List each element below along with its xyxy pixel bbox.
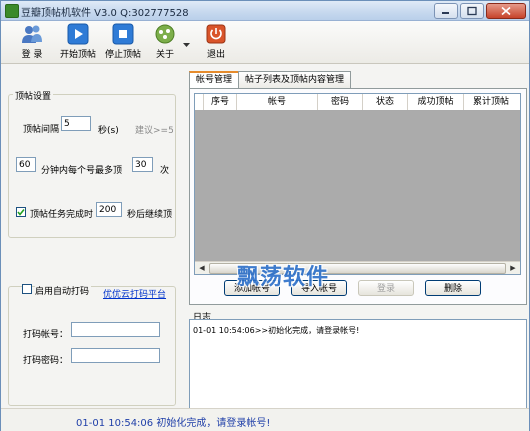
minimize-button[interactable] (434, 3, 458, 19)
start-toolbar-button[interactable]: 开始顶帖 (57, 23, 99, 61)
resume-checkbox[interactable] (16, 207, 26, 217)
app-icon (5, 4, 19, 18)
column-header-total[interactable]: 累计顶帖 (464, 94, 518, 110)
about-toolbar-label: 关于 (155, 50, 174, 60)
column-header-account[interactable]: 帐号 (237, 94, 318, 110)
resume-suffix: 秒后继续顶 (127, 210, 173, 220)
maximize-button[interactable] (460, 3, 484, 19)
users-icon (21, 23, 43, 45)
tab-strip: 帐号管理 帖子列表及顶帖内容管理 (189, 71, 352, 90)
captcha-password-label: 打码密码： (23, 356, 69, 366)
captcha-password-input[interactable] (71, 348, 160, 363)
column-header-index[interactable]: 序号 (204, 94, 237, 110)
column-header-status[interactable]: 状态 (363, 94, 408, 110)
about-toolbar-button[interactable]: 关于 (151, 23, 179, 61)
status-bar: 01-01 10:54:06 初始化完成，请登录帐号! (1, 408, 529, 431)
title-bar: 豆瓣顶帖机软件 V3.0 Q:302777528 (1, 1, 529, 21)
tab-post-management[interactable]: 帖子列表及顶帖内容管理 (238, 71, 352, 88)
status-text: 01-01 10:54:06 初始化完成，请登录帐号! (76, 418, 271, 429)
main-window: 豆瓣顶帖机软件 V3.0 Q:302777528 登 录 开始顶帖 停止顶帖 关… (0, 0, 530, 431)
minutes-input[interactable]: 60 (16, 157, 36, 172)
stop-toolbar-label: 停止顶帖 (104, 50, 141, 60)
window-controls (434, 3, 526, 19)
close-icon (501, 6, 511, 16)
checkmark-icon (17, 209, 25, 216)
captcha-enable-label: 启用自动打码 (35, 284, 92, 297)
delete-account-button[interactable]: 删除 (425, 280, 481, 296)
exit-toolbar-button[interactable]: 退出 (203, 23, 229, 61)
window-title: 豆瓣顶帖机软件 V3.0 Q:302777528 (21, 8, 189, 19)
interval-unit: 秒(s) (98, 126, 119, 136)
power-icon (205, 23, 227, 45)
per-account-label: 分钟内每个号最多顶 (41, 166, 123, 176)
column-header-success[interactable]: 成功顶帖 (408, 94, 464, 110)
interval-input[interactable]: 5 (61, 116, 91, 131)
scroll-left-icon[interactable]: ◀ (196, 263, 208, 273)
max-count-input[interactable]: 30 (132, 157, 153, 172)
captcha-account-label: 打码帐号： (23, 330, 69, 340)
minimize-icon (442, 12, 449, 14)
interval-hint: 建议>=5 (135, 126, 174, 136)
log-box[interactable]: 01-01 10:54:06>>初始化完成，请登录帐号! (189, 319, 527, 409)
interval-label: 顶帖间隔 (23, 125, 60, 135)
row-header-corner (195, 94, 204, 110)
login-toolbar-button[interactable]: 登 录 (15, 23, 49, 61)
left-panel: 顶帖设置 顶帖间隔 5 秒(s) 建议>=5 60 分钟内每个号最多顶 30 次… (1, 64, 185, 408)
captcha-group (8, 286, 176, 406)
chevron-down-icon (183, 43, 190, 47)
settings-group-title: 顶帖设置 (13, 89, 54, 102)
log-line: 01-01 10:54:06>>初始化完成，请登录帐号! (193, 326, 360, 335)
captcha-platform-link[interactable]: 优优云打码平台 (103, 287, 166, 300)
maximize-icon (467, 6, 477, 16)
account-table[interactable]: 序号 帐号 密码 状态 成功顶帖 累计顶帖 ◀ ▶ (194, 93, 521, 275)
watermark-text: 飘荡软件 (237, 265, 330, 290)
stop-toolbar-button[interactable]: 停止顶帖 (102, 23, 144, 61)
resume-seconds-input[interactable]: 200 (96, 202, 122, 217)
toolbar: 登 录 开始顶帖 停止顶帖 关于 退出 (1, 21, 529, 64)
count-unit: 次 (160, 166, 170, 176)
close-button[interactable] (486, 3, 526, 19)
account-table-header: 序号 帐号 密码 状态 成功顶帖 累计顶帖 (195, 94, 520, 111)
about-dropdown-arrow[interactable] (183, 41, 190, 51)
about-icon (154, 23, 176, 45)
exit-toolbar-label: 退出 (206, 50, 225, 60)
captcha-account-input[interactable] (71, 322, 160, 337)
login-toolbar-label: 登 录 (21, 50, 43, 60)
scroll-right-icon[interactable]: ▶ (507, 263, 519, 273)
captcha-enable-checkbox[interactable] (22, 284, 32, 294)
play-icon (67, 23, 89, 45)
stop-icon (112, 23, 134, 45)
start-toolbar-label: 开始顶帖 (59, 50, 96, 60)
resume-label: 顶帖任务完成时 (30, 210, 94, 220)
column-header-password[interactable]: 密码 (318, 94, 363, 110)
login-account-button[interactable]: 登录 (358, 280, 414, 296)
